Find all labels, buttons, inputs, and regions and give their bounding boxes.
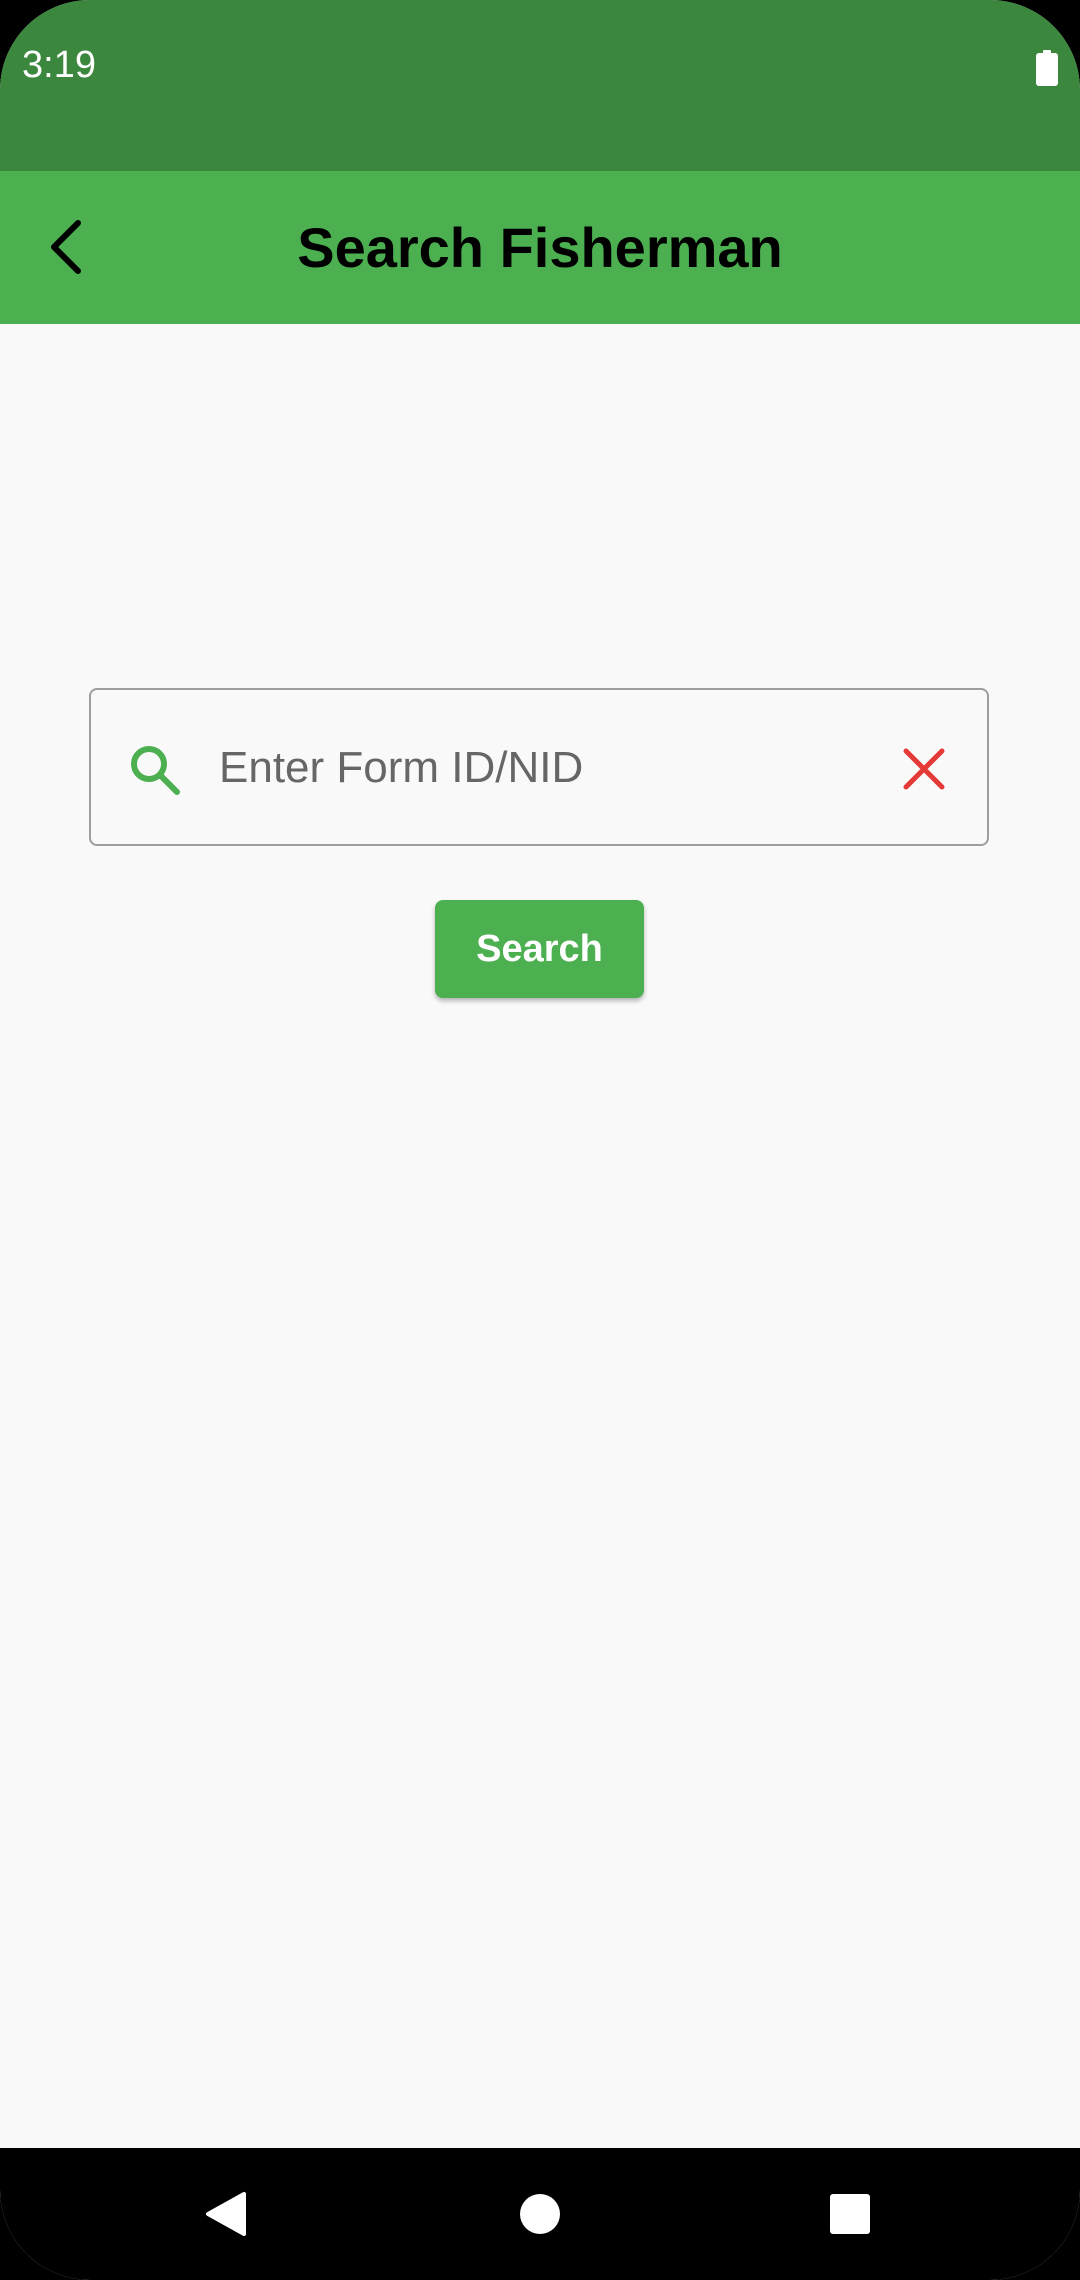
battery-icon [1036,50,1058,86]
nav-home-icon [520,2194,560,2234]
app-bar: Search Fisherman [0,171,1080,324]
system-nav-bar [0,2148,1080,2280]
search-icon [131,746,180,795]
nav-back-button[interactable] [180,2168,272,2260]
nav-back-icon [206,2192,246,2236]
search-input[interactable] [219,720,839,816]
app-screen: 3:19 Search Fisherman Search [0,0,1080,2280]
status-time: 3:19 [22,44,96,86]
page-title: Search Fisherman [297,216,783,279]
close-icon [903,748,945,790]
clear-button[interactable] [889,734,959,804]
search-field[interactable] [89,688,989,846]
nav-recents-icon [830,2194,870,2234]
nav-recents-button[interactable] [804,2168,896,2260]
status-bar: 3:19 [0,0,1080,171]
search-button[interactable]: Search [435,900,644,998]
nav-home-button[interactable] [494,2168,586,2260]
